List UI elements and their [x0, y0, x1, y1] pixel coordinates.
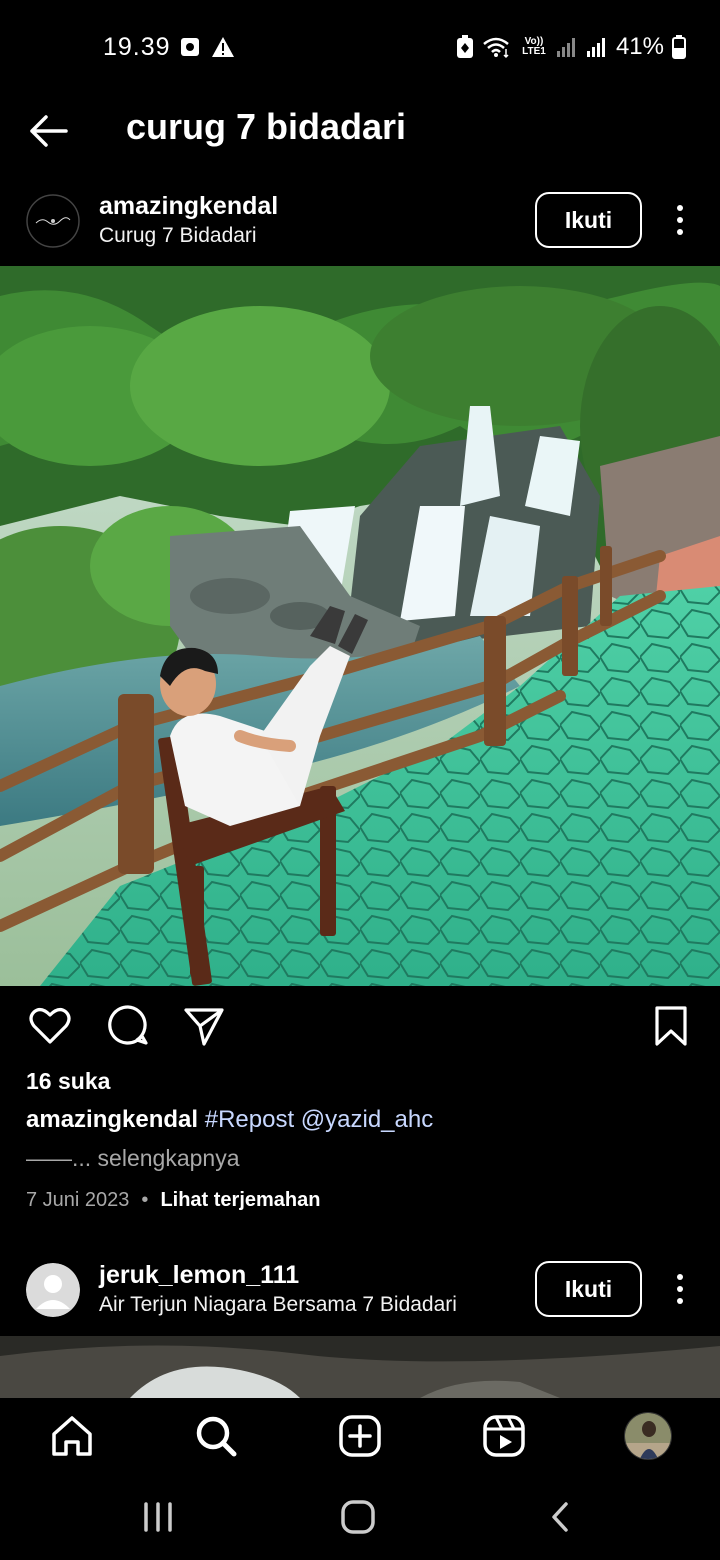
system-navigation — [0, 1476, 720, 1560]
default-avatar-icon — [26, 1263, 80, 1317]
post-header-2: jeruk_lemon_111 Air Terjun Niagara Bersa… — [0, 1249, 720, 1331]
next-post-image[interactable] — [0, 1336, 720, 1398]
signal-icon-1 — [556, 38, 575, 57]
comment-icon[interactable] — [106, 1004, 150, 1048]
back-arrow-icon[interactable] — [26, 108, 72, 154]
recent-apps-icon[interactable] — [142, 1500, 174, 1534]
post-location-2[interactable]: Air Terjun Niagara Bersama 7 Bidadari — [99, 1293, 457, 1317]
translate-link[interactable]: Lihat terjemahan — [160, 1189, 320, 1212]
like-count[interactable]: 16 suka — [26, 1068, 110, 1095]
caption-username[interactable]: amazingkendal — [26, 1106, 198, 1133]
back-chevron-icon[interactable] — [546, 1500, 574, 1534]
more-options-icon-2[interactable] — [664, 1267, 696, 1311]
post-date: 7 Juni 2023 — [26, 1189, 130, 1211]
post-username-2[interactable]: jeruk_lemon_111 — [99, 1261, 299, 1290]
network-label: Vo)) LTE1 — [522, 36, 546, 57]
post-header: amazingkendal Curug 7 Bidadari Ikuti — [0, 180, 720, 262]
post-username[interactable]: amazingkendal — [99, 192, 278, 221]
send-icon[interactable] — [182, 1004, 226, 1048]
caption-tags[interactable]: #Repost @yazid_ahc — [205, 1106, 434, 1133]
reels-icon[interactable] — [482, 1414, 526, 1458]
caption-more-link[interactable]: ——... selengkapnya — [26, 1145, 240, 1172]
post-image[interactable] — [0, 266, 720, 986]
post-location[interactable]: Curug 7 Bidadari — [99, 224, 257, 248]
bottom-navigation — [0, 1398, 720, 1476]
warning-icon — [212, 37, 234, 57]
post-meta: 7 Juni 2023 • Lihat terjemahan — [26, 1189, 320, 1212]
wifi-icon — [483, 37, 509, 59]
avatar[interactable] — [26, 194, 80, 248]
signal-icon-2 — [586, 38, 605, 57]
follow-button[interactable]: Ikuti — [535, 192, 642, 248]
heart-icon[interactable] — [28, 1004, 72, 1048]
follow-button-2[interactable]: Ikuti — [535, 1261, 642, 1317]
profile-photo — [625, 1413, 671, 1459]
avatar-2[interactable] — [26, 1263, 80, 1317]
page-title: curug 7 bidadari — [126, 106, 407, 147]
screenshot-notification-icon — [181, 38, 199, 56]
top-app-bar: curug 7 bidadari — [0, 92, 720, 172]
profile-avatar[interactable] — [624, 1412, 672, 1460]
status-right-group: Vo)) LTE1 41% — [456, 33, 686, 61]
meta-separator: • — [141, 1189, 149, 1211]
status-bar: 19.39 Vo)) LTE1 41% — [0, 0, 720, 92]
battery-percent: 41% — [615, 33, 664, 60]
home-circle-icon[interactable] — [340, 1500, 376, 1534]
waterfall-photo — [0, 266, 720, 986]
post-caption: amazingkendal #Repost @yazid_ahc — [26, 1106, 433, 1134]
bookmark-icon[interactable] — [652, 1004, 690, 1048]
battery-icon — [672, 35, 686, 59]
next-post-photo — [0, 1336, 720, 1398]
status-time: 19.39 — [103, 33, 171, 61]
post-actions — [0, 1000, 720, 1056]
battery-saver-icon — [456, 35, 473, 58]
add-icon[interactable] — [338, 1414, 382, 1458]
avatar-logo — [26, 194, 80, 248]
home-icon[interactable] — [50, 1414, 94, 1458]
more-options-icon[interactable] — [664, 198, 696, 242]
search-icon[interactable] — [194, 1414, 238, 1458]
